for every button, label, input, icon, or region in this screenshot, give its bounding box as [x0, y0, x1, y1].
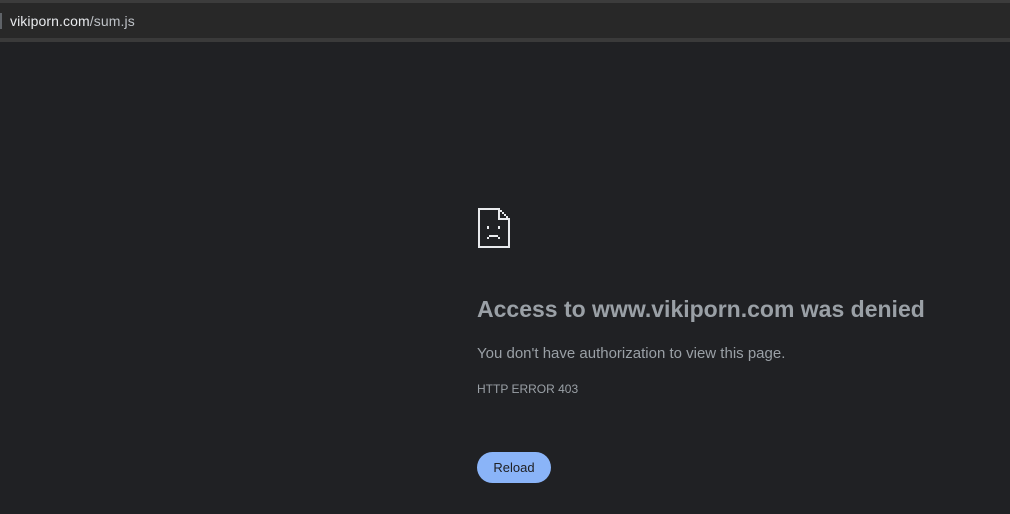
address-host: vikiporn.com [10, 12, 90, 29]
address-path: /sum.js [89, 12, 135, 29]
error-page: Access to www.vikiporn.com was denied Yo… [0, 42, 1010, 514]
reload-button[interactable]: Reload [477, 452, 551, 483]
address-bar-edge [0, 12, 2, 29]
address-url[interactable]: vikiporn.com/sum.js [10, 13, 135, 29]
error-code: HTTP ERROR 403 [477, 382, 579, 396]
error-title: Access to www.vikiporn.com was denied [477, 296, 925, 322]
error-description: You don't have authorization to view thi… [477, 345, 786, 362]
sad-document-icon [478, 208, 510, 248]
address-bar[interactable]: vikiporn.com/sum.js [0, 3, 1010, 38]
